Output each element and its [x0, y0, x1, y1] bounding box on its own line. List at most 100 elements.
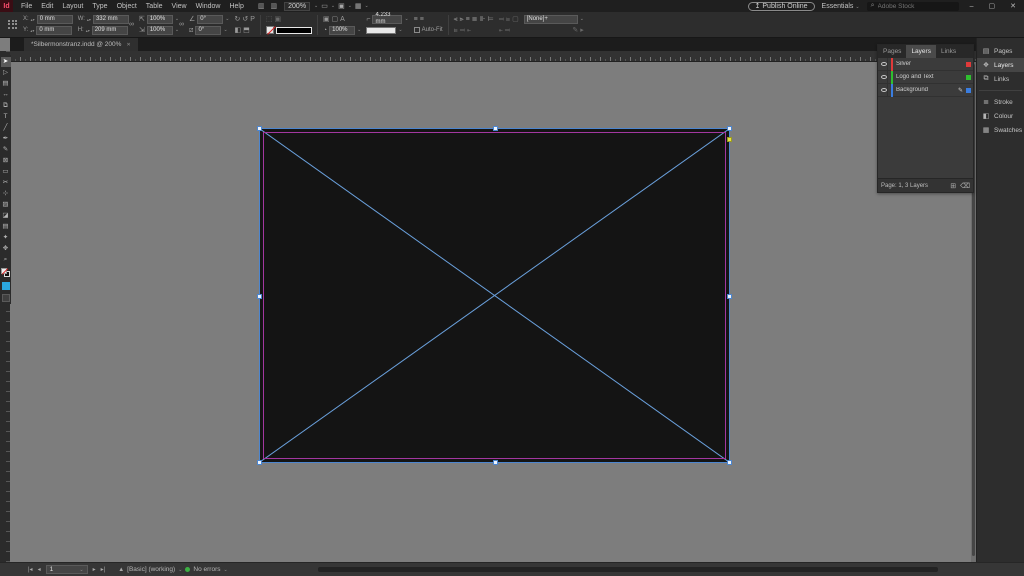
screen-mode-button[interactable] [2, 294, 10, 302]
line-tool[interactable]: ╱ [1, 123, 11, 133]
zoom-dropdown-icon[interactable]: ⌄ [314, 3, 318, 9]
corner-dropdown-icon[interactable]: ⌄ [404, 16, 408, 22]
screen-mode-icon[interactable]: ▣ [338, 2, 345, 10]
align-right-icon[interactable]: ≡ [466, 15, 470, 24]
fit-content-icon[interactable]: ▢ [332, 15, 339, 24]
first-page-button[interactable]: |◂ [28, 566, 33, 573]
note-tool[interactable]: ▤ [1, 222, 11, 232]
document-preset-icon[interactable]: ▥ [258, 2, 265, 10]
visibility-toggle[interactable] [878, 71, 888, 84]
corner-radius-field[interactable]: 4.233 mm [372, 15, 402, 24]
apply-color-button[interactable] [2, 282, 10, 290]
align-top-icon[interactable]: ≣ [472, 15, 478, 24]
menu-item[interactable]: File [21, 3, 32, 10]
hand-tool[interactable]: ✥ [1, 244, 11, 254]
pen-tool[interactable]: ✒ [1, 134, 11, 144]
align-center-icon[interactable]: ⫸ [460, 15, 464, 24]
type-tool[interactable]: T [1, 112, 11, 122]
horizontal-ruler[interactable] [10, 51, 976, 62]
layer-selection-square[interactable] [966, 62, 971, 67]
screen-mode-dropdown-icon[interactable]: ⌄ [348, 3, 352, 9]
panel-tab[interactable]: Links [936, 45, 961, 58]
x-stepper[interactable]: ▴▾ [31, 18, 35, 21]
page-tool[interactable]: ▤ [1, 79, 11, 89]
fit-auto-icon[interactable]: A [340, 15, 345, 24]
corner-edit-handle[interactable] [727, 137, 732, 142]
preflight-dropdown-icon[interactable]: ⌄ [178, 567, 182, 573]
workspace-switcher[interactable]: Essentials ⌄ [822, 3, 860, 10]
layer-row[interactable]: Background ✎ [878, 84, 973, 97]
direct-selection-tool[interactable]: ▷ [1, 68, 11, 78]
align-middle-icon[interactable]: ⊪ [480, 15, 486, 24]
select-content-icon[interactable]: ▣ [275, 15, 282, 24]
menu-item[interactable]: Object [117, 3, 137, 10]
tab-close-icon[interactable]: ✕ [126, 42, 130, 48]
menu-item[interactable]: View [172, 3, 187, 10]
h-stepper[interactable]: ▴▾ [86, 29, 90, 32]
view-options-icon[interactable]: ▭ [321, 2, 328, 10]
distribute-left-icon[interactable]: ⫢ [454, 26, 458, 35]
selected-image-frame[interactable] [259, 128, 730, 463]
constrain-scale-icon[interactable]: ∞ [179, 20, 184, 29]
reference-point-proxy[interactable] [8, 20, 18, 30]
content-collector-tool[interactable]: ⧉ [1, 101, 11, 111]
y-stepper[interactable]: ▴▾ [30, 29, 34, 32]
effects-icon[interactable]: ◔ [323, 26, 327, 35]
selection-handle-bottom-center[interactable] [493, 460, 498, 465]
panel-tab[interactable]: Layers [906, 45, 936, 58]
errors-dropdown-icon[interactable]: ⌄ [223, 567, 227, 573]
window-restore-button[interactable]: ▢ [985, 2, 1000, 10]
selection-tool[interactable]: ➤ [1, 57, 11, 67]
view-options-dropdown-icon[interactable]: ⌄ [331, 3, 335, 9]
scale-y-field[interactable]: 100% [147, 26, 173, 35]
dock-panel-button[interactable]: ▤ Pages [977, 44, 1024, 58]
pencil-tool[interactable]: ✎ [1, 145, 11, 155]
style-edit-icon[interactable]: ✎ [572, 26, 578, 35]
w-stepper[interactable]: ▴▾ [87, 18, 91, 21]
scale-x-field[interactable]: 100% [147, 15, 173, 24]
fill-stroke-swatches[interactable] [1, 268, 11, 278]
last-page-button[interactable]: ▸| [101, 566, 106, 573]
distribute-center-icon[interactable]: ⫤ [460, 26, 465, 35]
menu-item[interactable]: Help [229, 3, 243, 10]
next-page-button[interactable]: ▸ [93, 566, 96, 573]
gradient-dropdown-icon[interactable]: ⌄ [398, 27, 402, 33]
flip-horizontal-icon[interactable]: ◧ [235, 26, 242, 35]
selection-handle-top-left[interactable] [257, 126, 262, 131]
previous-page-button[interactable]: ◂ [38, 566, 41, 573]
visibility-toggle[interactable] [878, 84, 888, 97]
stock-search-box[interactable]: ⌕ [867, 2, 959, 11]
zoom-level-select[interactable]: 200% [284, 2, 310, 11]
align-to-icon[interactable]: ▢ [512, 15, 519, 24]
selection-handle-middle-left[interactable] [257, 294, 262, 299]
zoom-tool[interactable]: ⌕ [1, 255, 11, 265]
selection-handle-bottom-left[interactable] [257, 460, 262, 465]
wrap-none-icon[interactable]: ⫦ [499, 26, 503, 35]
menu-item[interactable]: Type [92, 3, 107, 10]
height-field[interactable]: 209 mm [92, 26, 128, 35]
layer-selection-square[interactable] [966, 88, 971, 93]
document-grid-icon[interactable]: ▥ [271, 2, 278, 10]
rotation-dropdown-icon[interactable]: ⌄ [225, 16, 229, 22]
stroke-type-icon[interactable]: ≡ [420, 15, 424, 24]
search-input[interactable] [878, 3, 948, 10]
gap-tool[interactable]: ↔ [1, 90, 11, 100]
publish-online-button[interactable]: ↥ Publish Online [748, 2, 815, 11]
free-transform-tool[interactable]: ⊹ [1, 189, 11, 199]
align-bottom-icon[interactable]: ⊨ [488, 15, 494, 24]
layer-row[interactable]: Silver ✎ [878, 58, 973, 71]
selection-handle-top-center[interactable] [493, 126, 498, 131]
object-style-field[interactable]: [None]+ [524, 15, 578, 24]
preflight-profile[interactable]: [Basic] (working) [127, 566, 175, 573]
dock-panel-button[interactable]: ❖ Layers [977, 58, 1024, 72]
layer-row[interactable]: Logo and Text ✎ [878, 71, 973, 84]
eyedropper-tool[interactable]: ✦ [1, 233, 11, 243]
visibility-toggle[interactable] [878, 58, 888, 71]
align-left-icon[interactable]: ⫷ [454, 15, 458, 24]
rectangle-frame-tool[interactable]: ⊠ [1, 156, 11, 166]
gradient-swatch[interactable] [366, 27, 396, 34]
panel-tab[interactable]: Pages [878, 45, 906, 58]
stroke-style-icon[interactable]: ≡ [414, 15, 418, 24]
selection-handle-middle-right[interactable] [727, 294, 732, 299]
arrange-dropdown-icon[interactable]: ⌄ [365, 3, 369, 9]
